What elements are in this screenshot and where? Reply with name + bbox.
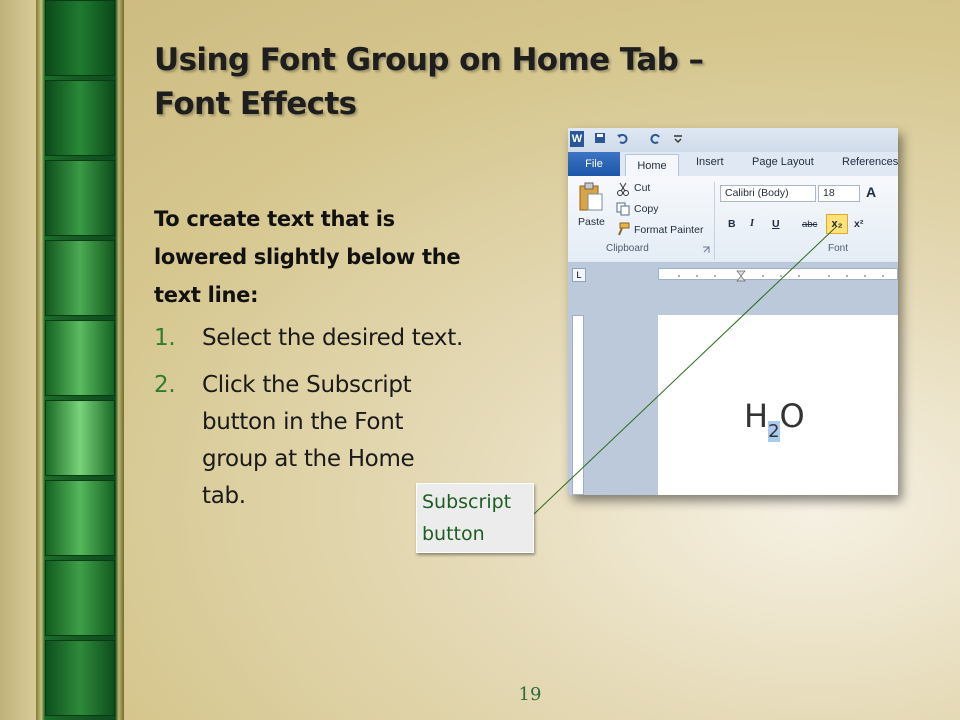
subscript-two: 2 bbox=[768, 421, 780, 442]
vertical-ruler[interactable] bbox=[572, 315, 584, 495]
strip-cell bbox=[45, 640, 115, 716]
format-painter-icon bbox=[618, 222, 630, 236]
step-text: Click the Subscript button in the Font g… bbox=[202, 372, 415, 509]
undo-icon[interactable] bbox=[616, 132, 628, 144]
dialog-launcher-icon[interactable] bbox=[702, 246, 710, 254]
title-line-2: Font Effects bbox=[154, 86, 357, 122]
font-name-combobox[interactable]: Calibri (Body) bbox=[720, 185, 816, 202]
document-area: L H2O bbox=[568, 263, 898, 495]
word-logo-icon: W bbox=[570, 131, 584, 147]
tab-home[interactable]: Home bbox=[625, 154, 679, 177]
tab-file[interactable]: File bbox=[568, 152, 620, 176]
clipboard-group-label: Clipboard bbox=[606, 243, 649, 254]
step-text: Select the desired text. bbox=[202, 325, 463, 351]
copy-icon bbox=[616, 202, 630, 216]
paste-button[interactable]: Paste bbox=[578, 216, 605, 228]
save-icon[interactable] bbox=[594, 132, 606, 144]
h2o-text: H2O bbox=[744, 397, 805, 442]
superscript-button[interactable]: x² bbox=[854, 218, 863, 230]
o-letter: O bbox=[779, 397, 805, 435]
strip-cell bbox=[45, 0, 115, 76]
redo-icon[interactable] bbox=[650, 132, 662, 144]
font-size-value: 18 bbox=[823, 187, 835, 199]
quick-access-toolbar: W bbox=[568, 128, 898, 152]
font-size-combobox[interactable]: 18 bbox=[818, 185, 860, 202]
h-letter: H bbox=[744, 397, 769, 435]
tab-selector[interactable]: L bbox=[572, 268, 586, 282]
strip-cell bbox=[45, 400, 115, 476]
cut-button[interactable]: Cut bbox=[634, 182, 650, 194]
tab-page-layout[interactable]: Page Layout bbox=[752, 156, 814, 168]
intro-text: To create text that is lowered slightly … bbox=[154, 207, 461, 307]
customize-toolbar-icon[interactable] bbox=[672, 132, 684, 144]
paste-icon[interactable] bbox=[578, 182, 604, 212]
underline-button[interactable]: U bbox=[772, 218, 780, 230]
document-page[interactable]: H2O bbox=[658, 315, 898, 495]
strip-cell bbox=[45, 160, 115, 236]
strikethrough-button[interactable]: abc bbox=[802, 219, 817, 230]
callout-line-2: button bbox=[422, 523, 485, 545]
bold-button[interactable]: B bbox=[728, 218, 736, 230]
group-divider bbox=[714, 182, 715, 260]
grow-font-button[interactable]: A bbox=[866, 184, 876, 200]
step-number: 2. bbox=[154, 372, 176, 398]
italic-button[interactable]: I bbox=[750, 218, 754, 229]
horizontal-ruler[interactable] bbox=[658, 268, 898, 282]
ribbon-home: Paste Cut Copy Format Painter Clipboard … bbox=[568, 176, 898, 263]
font-group-label: Font bbox=[828, 243, 849, 254]
format-painter-button[interactable]: Format Painter bbox=[634, 224, 703, 236]
strip-cell bbox=[45, 80, 115, 156]
font-name-value: Calibri (Body) bbox=[725, 187, 789, 199]
strip-cell bbox=[45, 480, 115, 556]
list-item: 1. Select the desired text. bbox=[154, 320, 464, 357]
tab-references[interactable]: References bbox=[842, 156, 898, 168]
word-screenshot: W Insert Page Layout References File Hom… bbox=[568, 128, 898, 495]
strip-cell bbox=[45, 560, 115, 636]
subscript-button[interactable]: x₂ bbox=[826, 214, 848, 234]
page-number: 19 bbox=[518, 684, 542, 705]
strip-cell bbox=[45, 320, 115, 396]
copy-button[interactable]: Copy bbox=[634, 203, 659, 215]
left-edge-band bbox=[0, 0, 36, 720]
tab-insert[interactable]: Insert bbox=[696, 156, 724, 168]
step-number: 1. bbox=[154, 325, 176, 351]
strip-cell bbox=[45, 240, 115, 316]
callout-line-1: Subscript bbox=[422, 491, 512, 513]
ruler-ticks-icon bbox=[678, 270, 884, 282]
decorative-film-strip bbox=[36, 0, 124, 720]
title-line-1: Using Font Group on Home Tab – bbox=[154, 42, 704, 78]
slide-title: Using Font Group on Home Tab – Font Effe… bbox=[154, 38, 774, 126]
scissors-icon bbox=[617, 182, 629, 196]
subscript-callout: Subscript button bbox=[416, 483, 534, 553]
